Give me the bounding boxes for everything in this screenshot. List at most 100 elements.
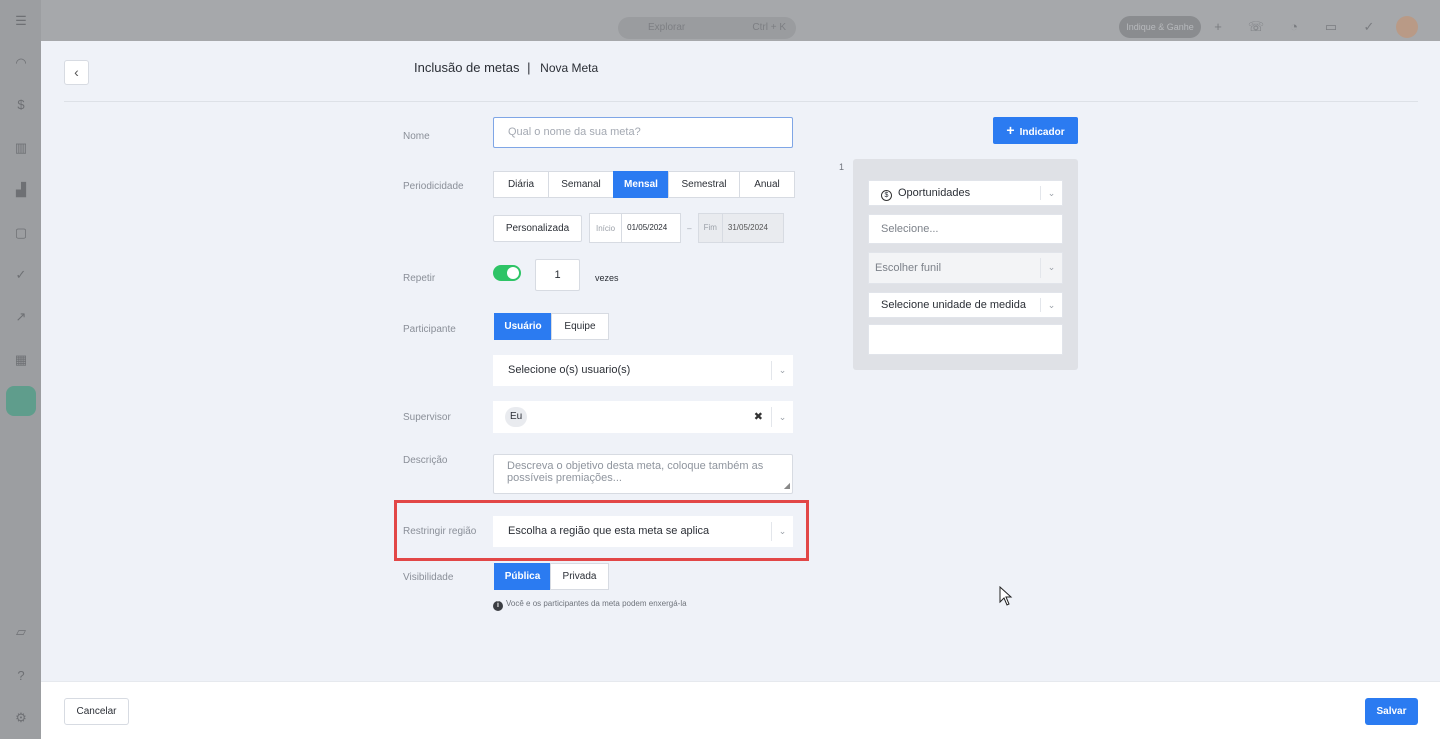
money-icon[interactable]: $ <box>13 97 29 113</box>
menu-icon[interactable]: ☰ <box>13 13 29 29</box>
chevron-down-icon: ⌄ <box>1040 186 1062 200</box>
participant-user[interactable]: Usuário <box>494 313 552 340</box>
page-subtitle: Nova Meta <box>540 61 599 75</box>
name-input[interactable]: Qual o nome da sua meta? <box>493 117 793 148</box>
period-weekly[interactable]: Semanal <box>548 171 614 198</box>
indicator-value-input[interactable] <box>868 324 1063 355</box>
phone-icon[interactable]: ☏ <box>1247 18 1265 36</box>
indique-ganhe-button[interactable]: Indique & Ganhe <box>1119 16 1201 38</box>
custom-period-button[interactable]: Personalizada <box>493 215 582 242</box>
chevron-down-icon: ⌄ <box>1040 298 1062 312</box>
label-nome: Nome <box>403 131 430 142</box>
repeat-unit: vezes <box>595 273 619 283</box>
unit-select-placeholder: Selecione unidade de medida <box>881 299 1026 311</box>
label-repetir: Repetir <box>403 273 436 284</box>
dashboard-icon[interactable]: ◠ <box>13 55 29 71</box>
mouse-cursor-icon <box>999 586 1013 606</box>
check-icon[interactable]: ✓ <box>13 267 29 283</box>
visibility-hint: i Você e os participantes da meta podem e… <box>493 599 687 611</box>
page-title-text: Inclusão de metas <box>414 60 520 75</box>
end-date-input: 31/05/2024 <box>721 213 784 243</box>
sidebar-item-goals-active[interactable] <box>6 386 36 416</box>
chevron-left-icon: ‹ <box>74 64 79 80</box>
repeat-toggle[interactable] <box>493 265 521 281</box>
label-periodicidade: Periodicidade <box>403 181 464 192</box>
supervisor-select[interactable]: Eu ✖ ⌄ <box>493 401 793 433</box>
period-selector: Diária Semanal Mensal Semestral Anual <box>493 171 795 198</box>
add-indicator-button[interactable]: + Indicador <box>993 117 1078 144</box>
chevron-down-icon: ⌄ <box>771 361 793 380</box>
cancel-button[interactable]: Cancelar <box>64 698 129 725</box>
title-separator: | <box>527 60 531 75</box>
supervisor-chip: Eu <box>505 407 528 427</box>
search-shortcut: Ctrl + K <box>752 22 786 33</box>
layers-icon[interactable]: ▱ <box>13 624 29 640</box>
tasks-icon[interactable]: ✓ <box>1360 18 1378 36</box>
app-sidebar: ☰ ◠ $ ▥ ▟ ▢ ✓ ↗ ▦ ▱ ? ⚙ <box>0 0 41 739</box>
funnel-select[interactable]: Escolher funil ⌄ <box>868 252 1063 284</box>
resize-handle-icon[interactable]: ◢ <box>784 480 790 492</box>
period-semester[interactable]: Semestral <box>668 171 740 198</box>
label-supervisor: Supervisor <box>403 412 451 423</box>
page-title: Inclusão de metas | Nova Meta <box>414 60 598 75</box>
plus-icon[interactable]: + <box>1209 18 1227 36</box>
modal-footer: Cancelar Salvar <box>41 681 1440 739</box>
indicator-panel: $ Oportunidades ⌄ Selecione... Escolher f… <box>853 159 1078 370</box>
header-divider <box>64 101 1418 102</box>
chevron-down-icon: ⌄ <box>1040 258 1062 278</box>
users-select[interactable]: Selecione o(s) usuario(s) ⌄ <box>493 355 793 386</box>
building-icon[interactable]: ▥ <box>13 140 29 156</box>
repeat-count-input[interactable]: 1 <box>535 259 580 291</box>
chart-icon[interactable]: ▟ <box>13 182 29 198</box>
date-range: Início 01/05/2024 – Fim 31/05/2024 <box>589 213 784 243</box>
trend-icon[interactable]: ↗ <box>13 309 29 325</box>
unit-select[interactable]: Selecione unidade de medida ⌄ <box>868 292 1063 318</box>
visibility-selector: Pública Privada <box>494 563 609 590</box>
label-descricao: Descrição <box>403 455 448 466</box>
range-separator: – <box>687 223 692 233</box>
period-monthly[interactable]: Mensal <box>613 171 669 198</box>
description-placeholder-line1: Descreva o objetivo desta meta, coloque … <box>507 460 764 472</box>
settings-icon[interactable]: ⚙ <box>13 710 29 726</box>
period-daily[interactable]: Diária <box>493 171 549 198</box>
avatar[interactable] <box>1396 16 1418 38</box>
name-input-placeholder: Qual o nome da sua meta? <box>508 126 641 138</box>
region-highlight-box <box>394 500 809 561</box>
visibility-hint-text: Você e os participantes da meta podem en… <box>506 599 687 608</box>
back-button[interactable]: ‹ <box>64 60 89 85</box>
description-placeholder-line2: possíveis premiações... <box>507 472 622 484</box>
indicator-index: 1 <box>839 162 845 172</box>
indicator-type-select[interactable]: $ Oportunidades ⌄ <box>868 180 1063 206</box>
participant-team[interactable]: Equipe <box>551 313 609 340</box>
indicator-select[interactable]: Selecione... <box>868 214 1063 244</box>
apps-icon[interactable]: ▦ <box>13 352 29 368</box>
plus-icon: + <box>1006 122 1015 138</box>
chevron-down-icon: ⌄ <box>771 407 793 427</box>
end-label: Fim <box>697 213 722 243</box>
dollar-icon: $ <box>881 190 892 201</box>
start-date-input[interactable]: 01/05/2024 <box>621 213 682 243</box>
info-icon: i <box>493 601 503 611</box>
users-select-placeholder: Selecione o(s) usuario(s) <box>508 364 631 376</box>
global-search[interactable]: Explorar Ctrl + K <box>618 17 796 39</box>
add-indicator-label: Indicador <box>1019 127 1065 138</box>
start-label: Início <box>589 213 622 243</box>
indicator-type-value: Oportunidades <box>898 187 971 199</box>
participant-selector: Usuário Equipe <box>494 313 609 340</box>
help-icon[interactable]: ? <box>13 668 29 684</box>
description-textarea[interactable]: Descreva o objetivo desta meta, coloque … <box>493 454 793 494</box>
label-visibilidade: Visibilidade <box>403 572 454 583</box>
search-placeholder: Explorar <box>648 22 686 33</box>
inbox-icon[interactable]: ▭ <box>1322 18 1340 36</box>
close-icon[interactable]: ✖ <box>754 401 763 433</box>
calendar-icon[interactable]: ▢ <box>13 225 29 241</box>
goal-modal: ‹ Inclusão de metas | Nova Meta Nome Qua… <box>41 41 1440 739</box>
funnel-select-placeholder: Escolher funil <box>875 262 942 274</box>
visibility-private[interactable]: Privada <box>550 563 609 590</box>
bell-icon[interactable]: ◔ <box>1285 18 1303 36</box>
period-annual[interactable]: Anual <box>739 171 795 198</box>
indicator-select-placeholder: Selecione... <box>881 223 939 235</box>
label-participante: Participante <box>403 324 456 335</box>
visibility-public[interactable]: Pública <box>494 563 551 590</box>
save-button[interactable]: Salvar <box>1365 698 1418 725</box>
